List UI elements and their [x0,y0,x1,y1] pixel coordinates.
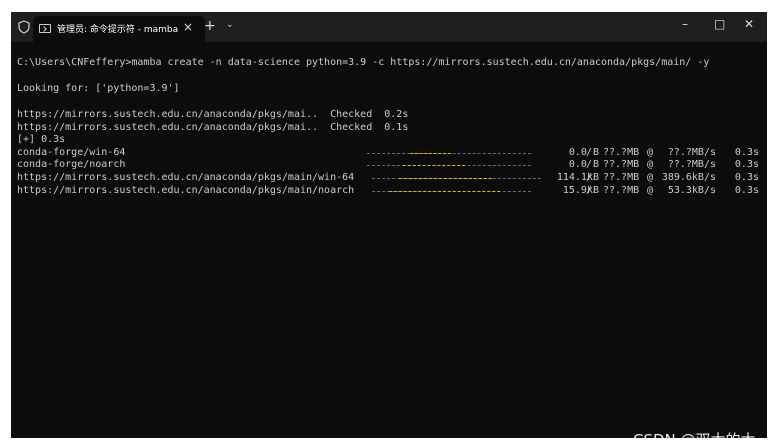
download-progress-bar [372,178,541,179]
download-progress-fill [398,178,492,179]
download-total: ??.?MB [603,172,640,183]
summary-line: [+] 0.3s [17,134,66,146]
download-speed: ??.?MB/s [667,146,716,158]
tab-close-button[interactable]: × [183,20,193,34]
download-speed: 389.6kB/s [661,172,716,183]
check-line: https://mirrors.sustech.edu.cn/anaconda/… [17,121,409,133]
download-name: conda-forge/win-64 [17,146,126,158]
minimize-button[interactable]: – [682,17,688,31]
download-time: 0.3s [734,184,759,196]
maximize-button[interactable]: □ [714,17,725,31]
download-size: 15.9kB [562,184,599,196]
download-progress-fill [410,152,452,154]
check-line: https://mirrors.sustech.edu.cn/anaconda/… [17,109,409,120]
separator-at: @ [647,184,654,196]
separator-at: @ [647,159,654,171]
download-progress-bar [372,190,531,192]
tab-title: 管理员: 命令提示符 - mamba [57,25,179,35]
download-time: 0.3s [734,159,759,171]
download-size: 0.0 B [568,159,599,171]
download-name: conda-forge/noarch [17,159,126,171]
download-progress-fill [388,190,500,192]
download-speed: 53.3kB/s [667,184,716,196]
looking-for-line: Looking for: ['python=3.9'] [17,83,180,94]
close-window-button[interactable]: ✕ [744,17,754,31]
terminal-window: 管理员: 命令提示符 - mamba × + ⌄ – □ ✕ C:\Users\… [11,12,767,438]
title-bar: 管理员: 命令提示符 - mamba × + ⌄ – □ ✕ [11,12,767,42]
separator-slash: / [586,146,593,158]
download-time: 0.3s [734,146,759,158]
download-speed: ??.?MB/s [667,159,716,171]
download-name: https://mirrors.sustech.edu.cn/anaconda/… [17,172,355,183]
separator-slash: / [586,172,593,183]
separator-slash: / [586,159,593,171]
terminal-output[interactable]: C:\Users\CNFeffery>mamba create -n data-… [17,52,761,432]
separator-at: @ [647,172,654,183]
download-size: 114.1kB [556,172,599,183]
download-total: ??.?MB [603,159,640,171]
download-progress-bar [367,152,531,154]
shield-icon [18,20,30,34]
download-size: 0.0 B [568,146,599,158]
chevron-down-icon[interactable]: ⌄ [226,20,234,30]
download-total: ??.?MB [603,146,640,158]
separator-at: @ [647,146,654,158]
terminal-icon [39,24,51,33]
watermark: CSDN @双木的木 [633,429,756,438]
download-progress-fill [402,165,465,167]
download-time: 0.3s [734,172,759,183]
download-name: https://mirrors.sustech.edu.cn/anaconda/… [17,184,355,196]
download-progress-bar [367,165,531,167]
tab-command-prompt[interactable]: 管理员: 命令提示符 - mamba × [33,16,205,42]
download-total: ??.?MB [603,184,640,196]
separator-slash: / [586,184,593,196]
new-tab-button[interactable]: + [204,18,216,34]
command-line: C:\Users\CNFeffery>mamba create -n data-… [17,57,710,68]
